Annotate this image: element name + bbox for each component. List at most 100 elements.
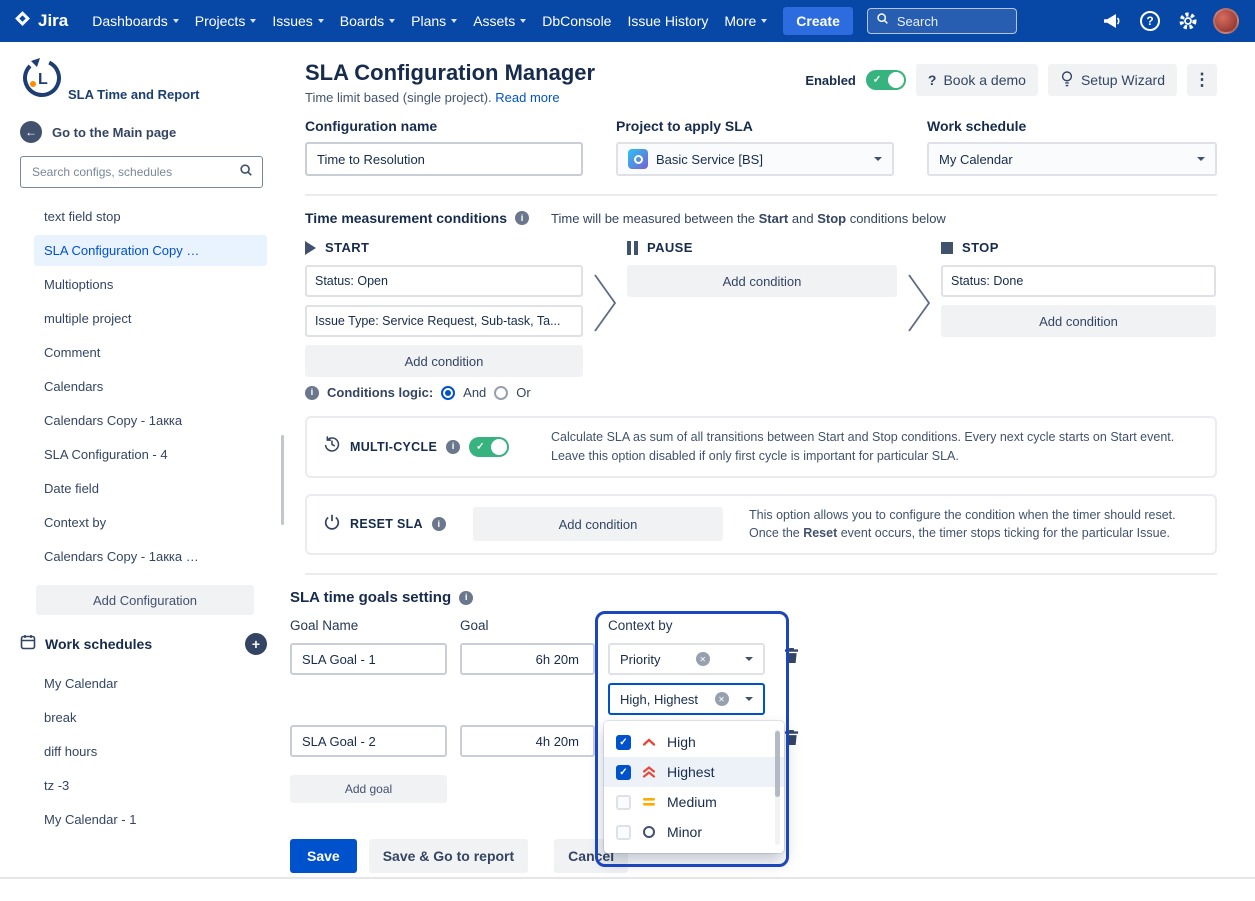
global-search-input[interactable] bbox=[895, 13, 1008, 30]
sidebar-config-item[interactable]: Calendars bbox=[34, 371, 267, 402]
multi-cycle-icon bbox=[323, 435, 341, 458]
more-options-icon[interactable] bbox=[1187, 64, 1217, 96]
sidebar-search[interactable] bbox=[20, 156, 263, 188]
info-icon[interactable] bbox=[305, 386, 319, 400]
sidebar-config-item[interactable]: text field stop bbox=[34, 201, 267, 232]
pause-add-condition-button[interactable]: Add condition bbox=[627, 265, 897, 297]
app-window: Jira Dashboards Projects Issues Boards P… bbox=[0, 0, 1255, 901]
jira-logo-text: Jira bbox=[38, 11, 68, 31]
multi-cycle-toggle[interactable] bbox=[469, 437, 509, 457]
sidebar-config-item[interactable]: multiple project bbox=[34, 303, 267, 334]
nav-dashboards[interactable]: Dashboards bbox=[84, 7, 187, 35]
page-title: SLA Configuration Manager bbox=[305, 60, 595, 86]
dropdown-option-minor[interactable]: Minor bbox=[604, 817, 784, 847]
sidebar-scrollbar[interactable] bbox=[281, 435, 284, 525]
multi-cycle-box: MULTI-CYCLE Calculate SLA as sum of all … bbox=[305, 416, 1217, 478]
reset-add-condition-button[interactable]: Add condition bbox=[473, 507, 723, 541]
sidebar-schedule-item[interactable]: diff hours bbox=[34, 736, 267, 767]
work-schedule-select[interactable]: My Calendar bbox=[927, 142, 1217, 176]
goal-name-input[interactable] bbox=[290, 725, 447, 757]
stop-condition-chip[interactable]: Status: Done bbox=[941, 265, 1216, 297]
create-button[interactable]: Create bbox=[783, 7, 853, 35]
sidebar-config-item-selected[interactable]: SLA Configuration Copy … bbox=[34, 235, 267, 266]
add-goal-button[interactable]: Add goal bbox=[290, 775, 447, 803]
stop-add-condition-button[interactable]: Add condition bbox=[941, 305, 1216, 337]
dropdown-option-medium[interactable]: Medium bbox=[604, 787, 784, 817]
sidebar-config-item[interactable]: Context by bbox=[34, 507, 267, 538]
save-go-report-button[interactable]: Save & Go to report bbox=[369, 839, 528, 873]
save-button[interactable]: Save bbox=[290, 839, 357, 873]
read-more-link[interactable]: Read more bbox=[495, 90, 559, 105]
dropdown-scrollbar[interactable] bbox=[775, 731, 780, 797]
sidebar-schedule-item[interactable]: break bbox=[34, 702, 267, 733]
nav-dbconsole[interactable]: DbConsole bbox=[534, 7, 619, 35]
checkbox-unchecked-icon[interactable] bbox=[616, 825, 631, 840]
sidebar-schedule-item[interactable]: My Calendar bbox=[34, 668, 267, 699]
book-demo-button[interactable]: ? Book a demo bbox=[916, 64, 1038, 96]
goal-time-input[interactable] bbox=[460, 725, 595, 757]
conditions-logic-row: Conditions logic: And Or bbox=[305, 385, 583, 400]
nav-more[interactable]: More bbox=[716, 7, 775, 35]
jira-logo[interactable]: Jira bbox=[14, 10, 68, 32]
nav-boards[interactable]: Boards bbox=[332, 7, 403, 35]
sidebar-config-item[interactable]: Date field bbox=[34, 473, 267, 504]
goal-column-label: Goal bbox=[460, 618, 595, 633]
back-to-main-link[interactable]: Go to the Main page bbox=[20, 121, 285, 143]
goal-name-input[interactable] bbox=[290, 643, 447, 675]
dropdown-option-high[interactable]: High bbox=[604, 727, 784, 757]
power-icon bbox=[323, 513, 341, 536]
flow-arrow-icon bbox=[897, 240, 941, 400]
sidebar-config-item[interactable]: Comment bbox=[34, 337, 267, 368]
goal-time-input[interactable] bbox=[460, 643, 595, 675]
sidebar-config-item[interactable]: Calendars Copy - 1акка bbox=[34, 405, 267, 436]
global-search[interactable] bbox=[867, 8, 1017, 34]
nav-assets[interactable]: Assets bbox=[465, 7, 534, 35]
svg-text:L: L bbox=[38, 71, 48, 88]
clear-icon[interactable] bbox=[696, 652, 710, 666]
sidebar-config-item[interactable]: Calendars Copy - 1акка … bbox=[34, 541, 267, 572]
context-field-select[interactable]: Priority bbox=[608, 643, 765, 675]
trash-icon bbox=[784, 729, 799, 749]
gear-icon[interactable] bbox=[1173, 6, 1203, 36]
info-icon[interactable] bbox=[459, 591, 473, 605]
help-icon[interactable]: ? bbox=[1135, 6, 1165, 36]
sidebar-config-item[interactable]: Multioptions bbox=[34, 269, 267, 300]
start-condition-chip[interactable]: Status: Open bbox=[305, 265, 583, 297]
start-condition-chip[interactable]: Issue Type: Service Request, Sub-task, T… bbox=[305, 305, 583, 337]
add-configuration-button[interactable]: Add Configuration bbox=[36, 585, 254, 615]
sidebar-config-item[interactable]: SLA Configuration - 4 bbox=[34, 439, 267, 470]
context-values-select[interactable]: High, Highest bbox=[608, 683, 765, 715]
logic-or-radio[interactable] bbox=[494, 386, 508, 400]
add-schedule-button[interactable] bbox=[245, 633, 267, 655]
trash-icon bbox=[784, 647, 799, 667]
flow-arrow-icon bbox=[583, 240, 627, 400]
enabled-toggle[interactable] bbox=[866, 70, 906, 90]
start-add-condition-button[interactable]: Add condition bbox=[305, 345, 583, 377]
info-icon[interactable] bbox=[432, 517, 446, 531]
clear-icon[interactable] bbox=[715, 692, 729, 706]
multi-cycle-description: Calculate SLA as sum of all transitions … bbox=[551, 428, 1174, 466]
sidebar-schedule-item[interactable]: My Calendar - 1 bbox=[34, 804, 267, 835]
sidebar-schedule-item[interactable]: tz -3 bbox=[34, 770, 267, 801]
nav-issue-history[interactable]: Issue History bbox=[619, 7, 716, 35]
config-name-input[interactable] bbox=[305, 142, 583, 176]
checkbox-unchecked-icon[interactable] bbox=[616, 795, 631, 810]
delete-goal-button[interactable] bbox=[778, 643, 804, 673]
user-avatar[interactable] bbox=[1211, 6, 1241, 36]
info-icon[interactable] bbox=[446, 440, 460, 454]
dropdown-option-highest[interactable]: Highest bbox=[604, 757, 784, 787]
checkbox-checked-icon[interactable] bbox=[616, 765, 631, 780]
nav-projects[interactable]: Projects bbox=[187, 7, 265, 35]
time-measurement-title: Time measurement conditions bbox=[305, 210, 507, 226]
setup-wizard-button[interactable]: Setup Wizard bbox=[1048, 64, 1177, 96]
logic-and-radio[interactable] bbox=[441, 386, 455, 400]
project-field-group: Project to apply SLA Basic Service [BS] bbox=[616, 118, 894, 176]
announcement-icon[interactable] bbox=[1097, 6, 1127, 36]
nav-issues[interactable]: Issues bbox=[264, 7, 331, 35]
nav-plans[interactable]: Plans bbox=[403, 7, 465, 35]
checkbox-checked-icon[interactable] bbox=[616, 735, 631, 750]
chevron-down-icon bbox=[389, 19, 395, 23]
project-select[interactable]: Basic Service [BS] bbox=[616, 142, 894, 176]
info-icon[interactable] bbox=[515, 211, 529, 225]
sidebar-search-input[interactable] bbox=[30, 164, 233, 180]
